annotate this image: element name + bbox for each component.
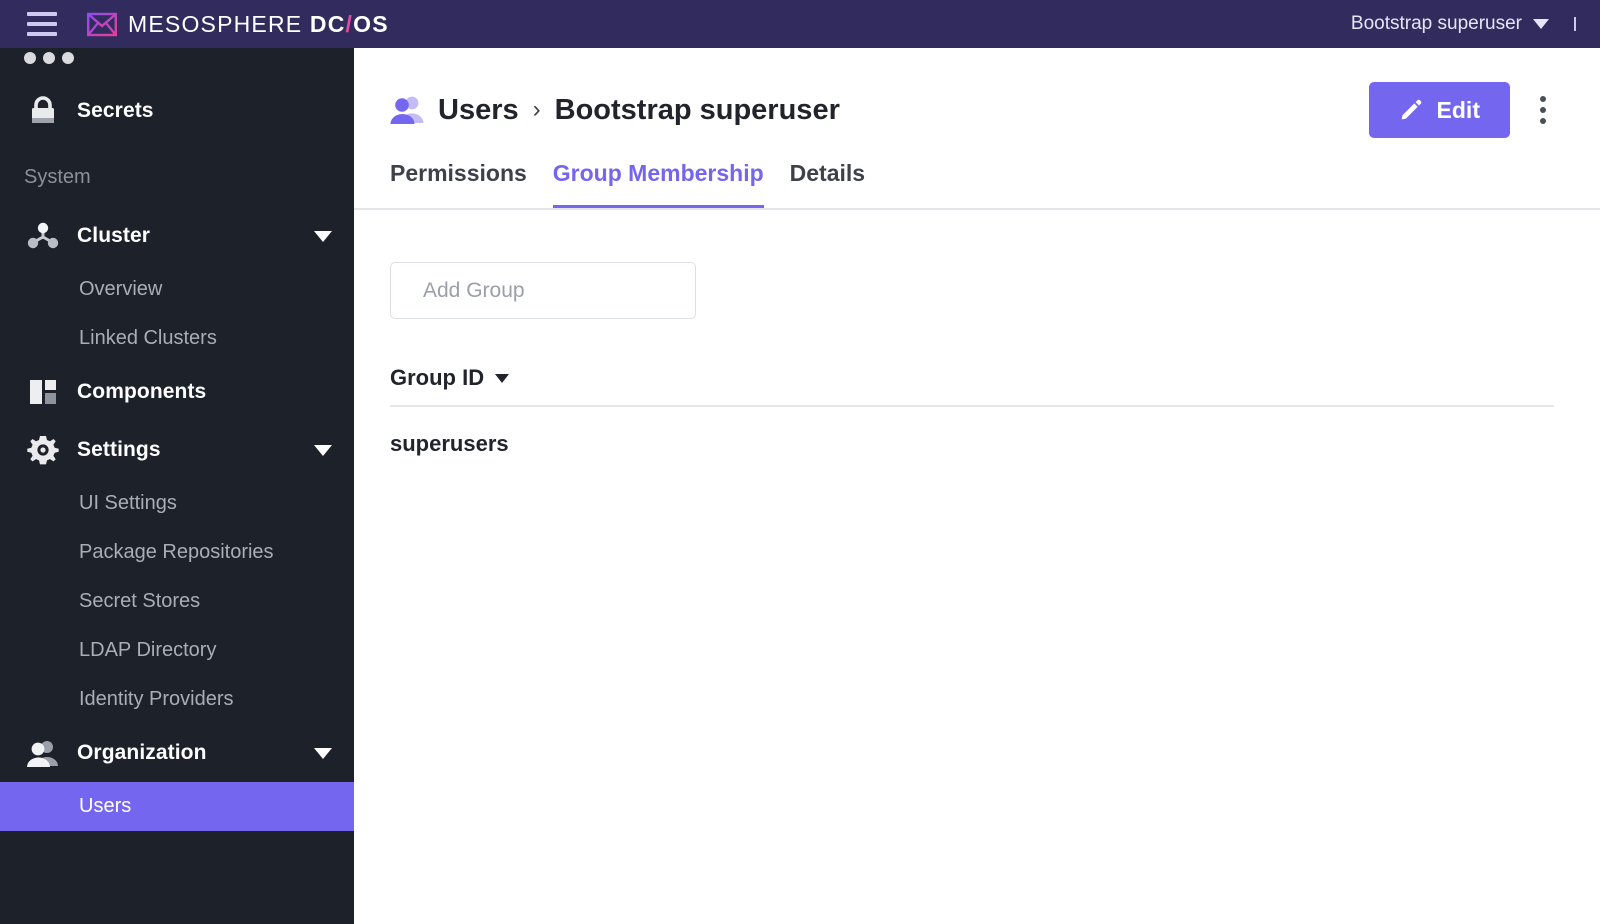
- tab-bar: Permissions Group Membership Details: [354, 138, 1600, 210]
- page-header: Users › Bootstrap superuser Edit: [354, 48, 1600, 138]
- add-group-input[interactable]: [423, 278, 694, 303]
- brand-os: OS: [353, 10, 389, 37]
- mesosphere-logo-icon: [87, 12, 117, 36]
- sidebar-sublabel: Secret Stores: [79, 590, 201, 612]
- user-menu-divider: [1574, 17, 1576, 31]
- tab-label: Details: [789, 160, 866, 186]
- gear-icon: [24, 433, 62, 467]
- tab-permissions[interactable]: Permissions: [390, 160, 527, 210]
- header-actions: Edit: [1368, 82, 1554, 138]
- edit-button-label: Edit: [1436, 96, 1480, 123]
- users-icon: [390, 96, 424, 124]
- chevron-down-icon[interactable]: [314, 230, 332, 242]
- kebab-menu-icon[interactable]: [1532, 90, 1554, 130]
- sidebar-section-system: System: [24, 166, 91, 188]
- hamburger-bar: [27, 32, 57, 36]
- sidebar-item-users[interactable]: Users: [0, 782, 354, 831]
- cell-group-id: superusers: [390, 431, 509, 456]
- user-menu[interactable]: Bootstrap superuser: [1351, 13, 1576, 35]
- sidebar-label: Cluster: [77, 224, 151, 247]
- sidebar-item-components[interactable]: Components: [0, 363, 354, 421]
- user-menu-label: Bootstrap superuser: [1350, 13, 1522, 34]
- sidebar-item-package-repositories[interactable]: Package Repositories: [0, 528, 354, 577]
- sidebar-item-overview[interactable]: Overview: [0, 265, 354, 314]
- top-bar: MESOSPHERE DC/OS Bootstrap superuser: [0, 0, 1600, 48]
- brand-slash: /: [345, 10, 354, 37]
- breadcrumb: Users › Bootstrap superuser: [390, 94, 840, 127]
- sidebar-item-secret-stores[interactable]: Secret Stores: [0, 577, 354, 626]
- sidebar-item-cluster[interactable]: Cluster: [0, 207, 354, 265]
- sidebar-item-truncated[interactable]: [0, 48, 354, 64]
- sidebar-item-secrets[interactable]: Secrets: [0, 82, 354, 140]
- sidebar-label: Secrets: [77, 99, 154, 122]
- tab-panel-group-membership: Group ID superusers: [354, 210, 1600, 481]
- sidebar-sublabel: Users: [79, 795, 132, 817]
- tab-label: Group Membership: [552, 160, 764, 186]
- users-icon: [24, 736, 62, 770]
- sidebar-sublabel: LDAP Directory: [79, 639, 217, 661]
- sidebar-sublabel: Identity Providers: [79, 688, 234, 710]
- chevron-down-icon: [1533, 19, 1549, 29]
- hamburger-bar: [27, 22, 57, 26]
- add-group-search[interactable]: [390, 262, 696, 319]
- three-dots-icon: [24, 52, 74, 64]
- brand-text: MESOSPHERE DC/OS: [128, 11, 389, 38]
- tab-label: Permissions: [390, 160, 527, 186]
- caret-down-icon: [495, 373, 510, 383]
- table-header-row: Group ID: [390, 365, 1554, 407]
- sidebar-item-organization[interactable]: Organization: [0, 724, 354, 782]
- sidebar-item-settings[interactable]: Settings: [0, 421, 354, 479]
- sidebar-item-linked-clusters[interactable]: Linked Clusters: [0, 314, 354, 363]
- sidebar-sublabel: Overview: [79, 278, 163, 300]
- column-header-group-id[interactable]: Group ID: [390, 365, 510, 391]
- breadcrumb-separator: ›: [532, 96, 541, 123]
- sidebar: Secrets System Cluster Overview Linked C…: [0, 48, 354, 924]
- main-content: Users › Bootstrap superuser Edit Permiss…: [354, 48, 1600, 924]
- sidebar-sublabel: Linked Clusters: [79, 327, 217, 349]
- group-membership-table: Group ID superusers: [390, 365, 1554, 481]
- page-title: Bootstrap superuser: [554, 93, 840, 126]
- column-header-label: Group ID: [390, 365, 485, 390]
- sidebar-label: Organization: [77, 741, 207, 764]
- components-icon: [24, 375, 62, 409]
- chevron-down-icon[interactable]: [314, 444, 332, 456]
- brand-dc: DC: [309, 10, 346, 37]
- sidebar-label: Components: [77, 380, 207, 403]
- sidebar-sublabel: UI Settings: [79, 492, 177, 514]
- sidebar-item-identity-providers[interactable]: Identity Providers: [0, 675, 354, 724]
- edit-button[interactable]: Edit: [1368, 82, 1510, 138]
- lock-icon: [24, 94, 62, 128]
- sidebar-sublabel: Package Repositories: [79, 541, 274, 563]
- breadcrumb-parent-link[interactable]: Users: [438, 94, 519, 127]
- chevron-down-icon[interactable]: [314, 747, 332, 759]
- cluster-nodes-icon: [24, 219, 62, 253]
- hamburger-bar: [27, 12, 57, 16]
- brand-logo[interactable]: MESOSPHERE DC/OS: [87, 11, 389, 38]
- brand-mesosphere: MESOSPHERE: [128, 10, 303, 37]
- hamburger-menu-icon[interactable]: [27, 12, 57, 36]
- sidebar-item-ldap-directory[interactable]: LDAP Directory: [0, 626, 354, 675]
- sidebar-item-ui-settings[interactable]: UI Settings: [0, 479, 354, 528]
- sidebar-label: Settings: [77, 438, 161, 461]
- pencil-icon: [1401, 99, 1421, 120]
- tab-details[interactable]: Details: [790, 160, 865, 210]
- tab-bar-rule: [354, 208, 1600, 210]
- tab-group-membership[interactable]: Group Membership: [552, 160, 764, 210]
- table-row[interactable]: superusers: [390, 407, 1554, 481]
